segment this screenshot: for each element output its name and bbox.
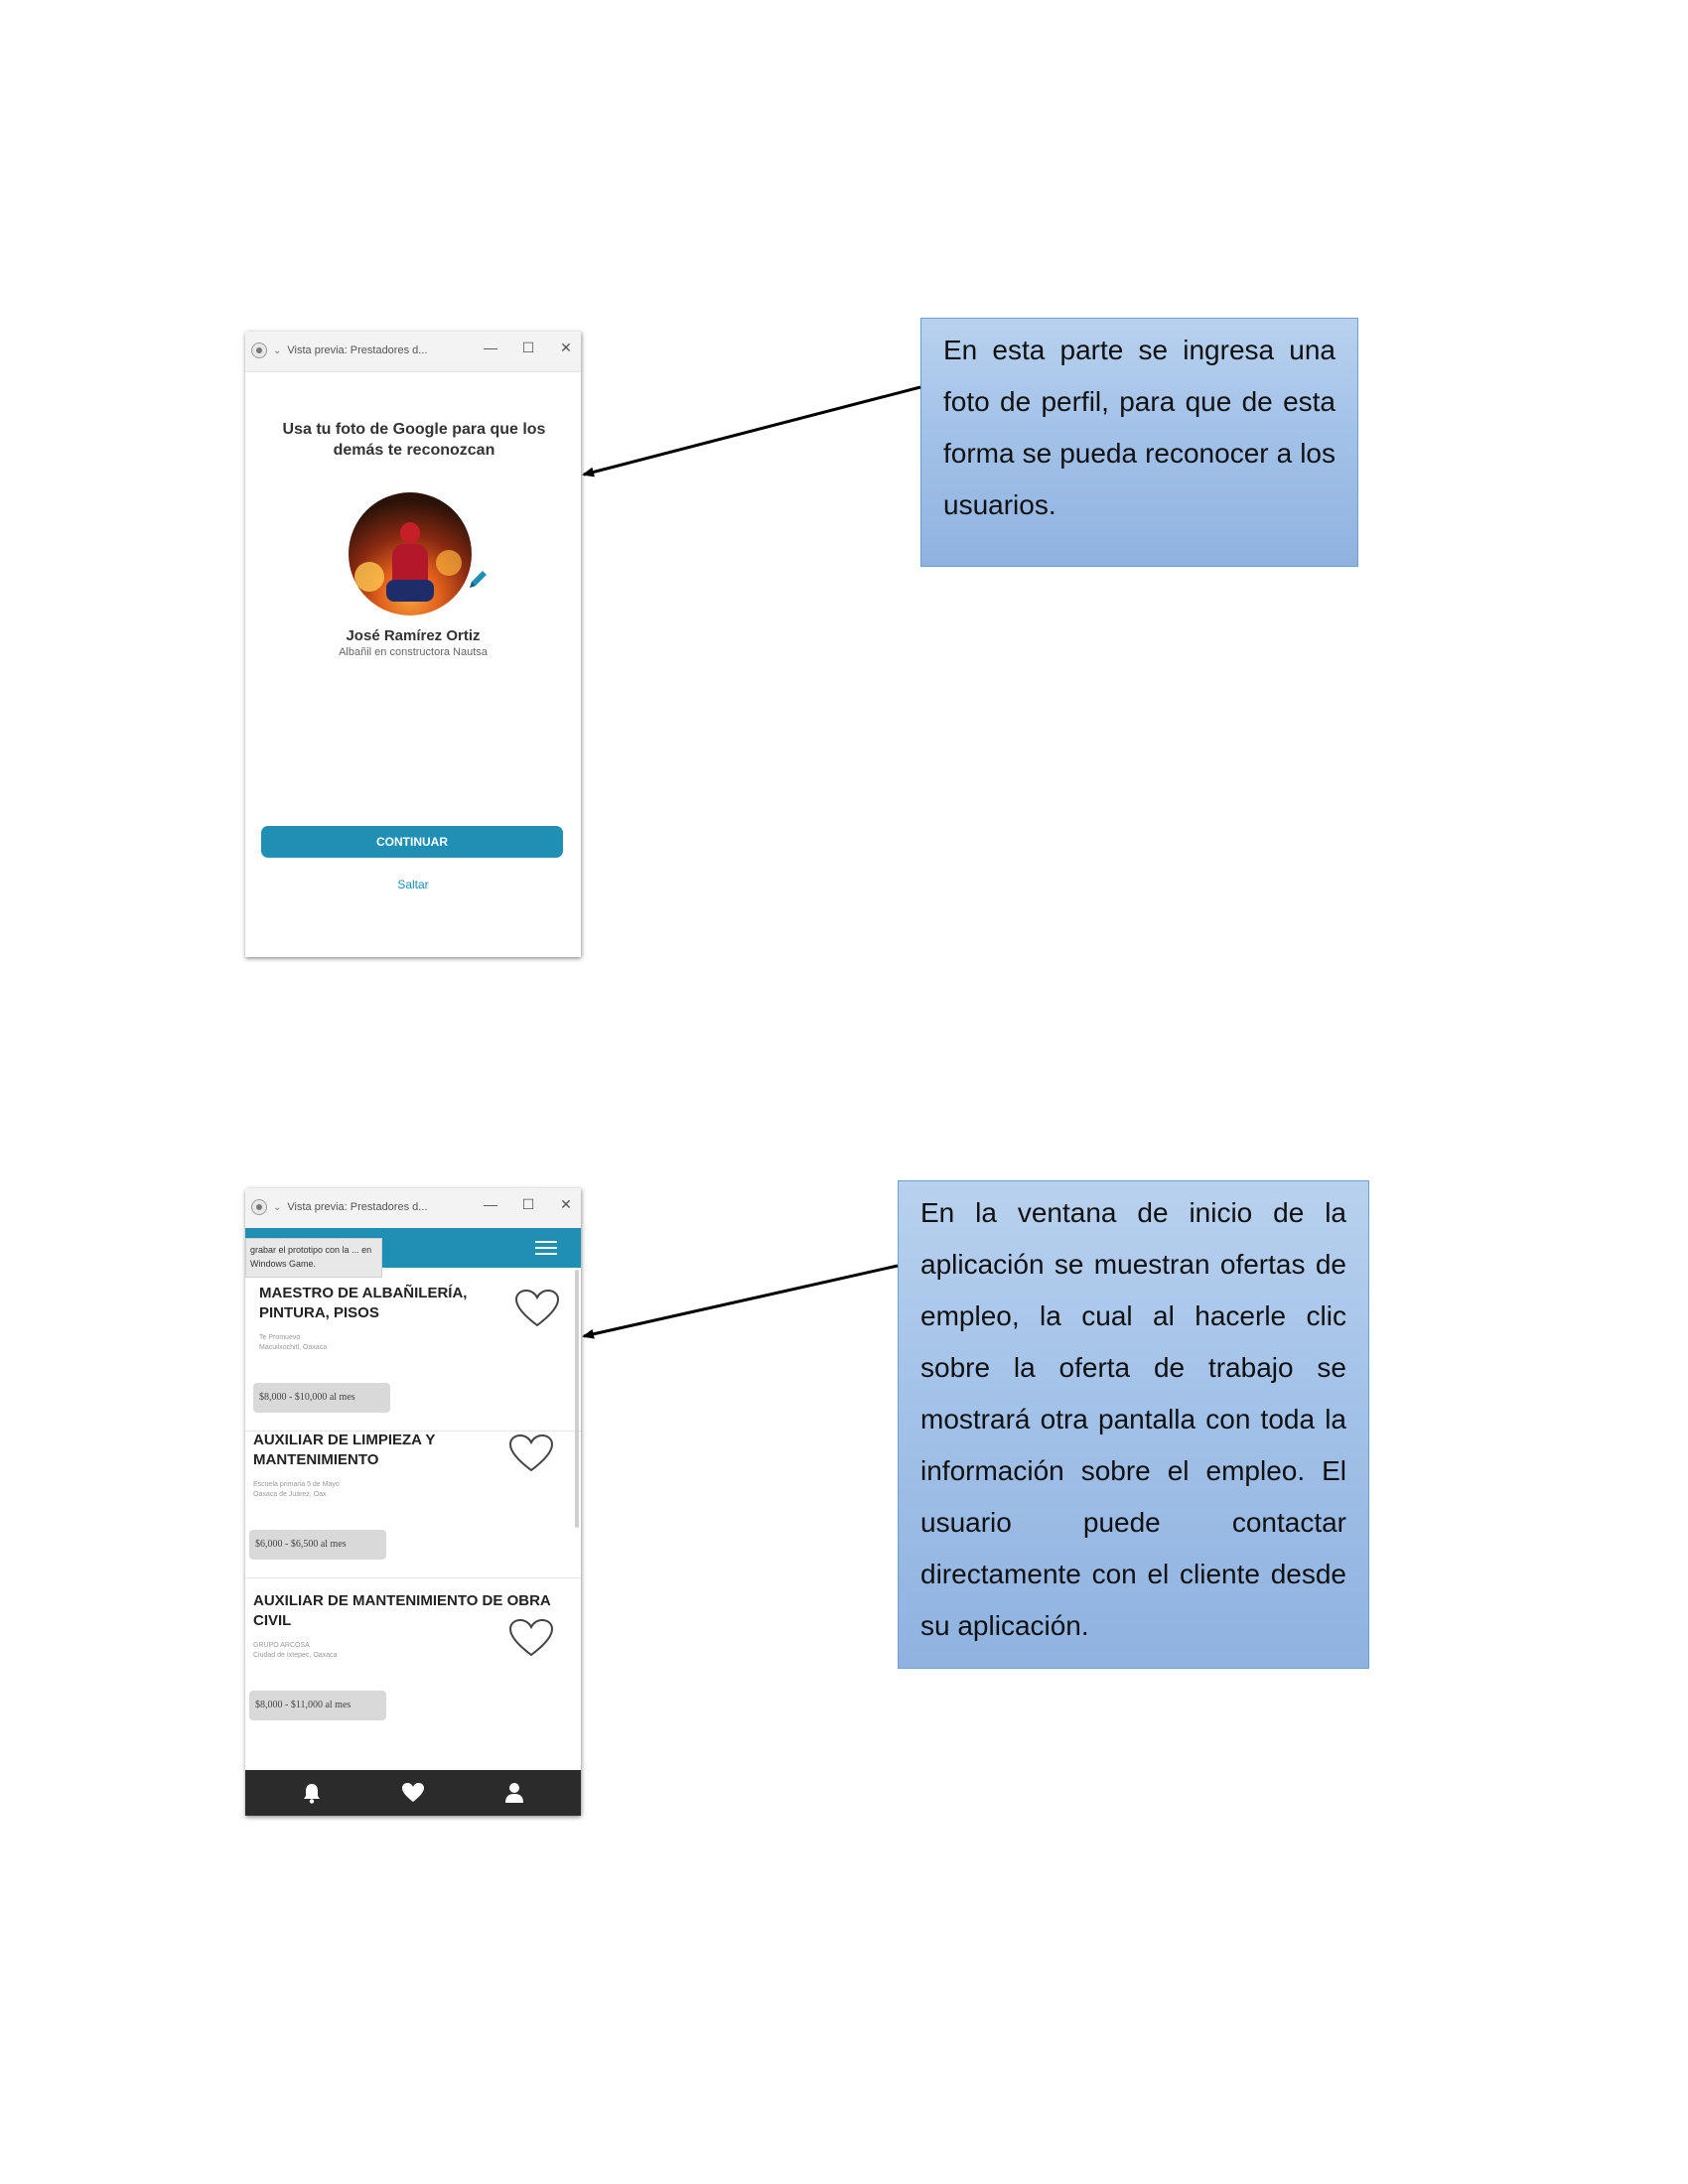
scrollbar[interactable] bbox=[575, 1270, 579, 1528]
profile-role: Albañil en constructora Nautsa bbox=[339, 646, 488, 658]
job-location: Macuilxochitl, Oaxaca bbox=[259, 1344, 328, 1351]
minimize-icon[interactable]: — bbox=[484, 340, 497, 356]
user-icon[interactable] bbox=[501, 1780, 527, 1806]
window-titlebar: ⌄ Vista previa: Prestadores d... — ☐ ✕ bbox=[245, 332, 581, 372]
divider bbox=[245, 1577, 581, 1578]
photo-prompt-heading: Usa tu foto de Google para que los demás… bbox=[282, 421, 546, 459]
maximize-icon[interactable]: ☐ bbox=[521, 1196, 535, 1213]
job-title: AUXILIAR DE LIMPIEZA Y MANTENIMIENTO bbox=[253, 1432, 436, 1468]
favorite-heart-icon[interactable] bbox=[513, 1288, 561, 1329]
close-icon[interactable]: ✕ bbox=[559, 340, 573, 356]
annotation-arrows bbox=[582, 385, 921, 1339]
job-company: Te Promuevo bbox=[259, 1334, 301, 1341]
window-titlebar: ⌄ Vista previa: Prestadores d... — ☐ ✕ bbox=[245, 1188, 581, 1229]
job-title: MAESTRO DE ALBAÑILERÍA, PINTURA, PISOS bbox=[259, 1285, 468, 1321]
salary-badge: $6,000 - $6,500 al mes bbox=[249, 1530, 386, 1560]
continue-button[interactable]: CONTINUAR bbox=[261, 826, 563, 858]
avatar-flame bbox=[354, 562, 384, 592]
heart-icon[interactable] bbox=[400, 1780, 426, 1806]
callout-text: En la ventana de inicio de la aplicación… bbox=[920, 1197, 1346, 1641]
salary-badge: $8,000 - $11,000 al mes bbox=[249, 1691, 386, 1720]
salary-badge: $8,000 - $10,000 al mes bbox=[253, 1383, 390, 1413]
job-card[interactable]: AUXILIAR DE LIMPIEZA Y MANTENIMIENTO Esc… bbox=[253, 1431, 501, 1500]
bell-icon[interactable] bbox=[299, 1780, 325, 1806]
job-company: Escuela primaria 5 de Mayo bbox=[253, 1481, 340, 1488]
profile-photo-screenshot: ⌄ Vista previa: Prestadores d... — ☐ ✕ U… bbox=[245, 332, 581, 957]
bottom-navigation bbox=[245, 1770, 581, 1816]
maximize-icon[interactable]: ☐ bbox=[521, 340, 535, 356]
chevron-down-icon[interactable]: ⌄ bbox=[273, 1202, 281, 1213]
callout-job-listings: En la ventana de inicio de la aplicación… bbox=[898, 1180, 1369, 1669]
window-title: Vista previa: Prestadores d... bbox=[287, 1201, 428, 1213]
avatar[interactable] bbox=[349, 492, 472, 615]
job-card[interactable]: MAESTRO DE ALBAÑILERÍA, PINTURA, PISOS T… bbox=[259, 1284, 507, 1353]
chevron-down-icon[interactable]: ⌄ bbox=[273, 345, 281, 356]
window-title: Vista previa: Prestadores d... bbox=[287, 344, 428, 356]
job-location: Oaxaca de Juárez, Oax. bbox=[253, 1491, 329, 1498]
avatar-figure bbox=[400, 522, 420, 544]
recording-toast: grabar el prototipo con la ... en Window… bbox=[245, 1238, 382, 1278]
arrow-to-job-list bbox=[582, 1264, 899, 1339]
avatar-figure bbox=[386, 580, 434, 602]
close-icon[interactable]: ✕ bbox=[559, 1196, 573, 1213]
edit-pencil-icon[interactable] bbox=[466, 566, 492, 592]
favorite-heart-icon[interactable] bbox=[507, 1433, 555, 1474]
hamburger-menu-icon[interactable] bbox=[535, 1241, 557, 1255]
minimize-icon[interactable]: — bbox=[484, 1196, 497, 1213]
profile-name: José Ramírez Ortiz bbox=[346, 627, 481, 644]
app-icon bbox=[251, 1199, 267, 1215]
avatar-flame bbox=[436, 550, 462, 576]
arrow-to-avatar bbox=[582, 385, 921, 478]
app-icon bbox=[251, 342, 267, 358]
favorite-heart-icon[interactable] bbox=[507, 1617, 555, 1659]
skip-link[interactable]: Saltar bbox=[245, 878, 581, 891]
callout-profile-photo: En esta parte se ingresa una foto de per… bbox=[920, 318, 1358, 567]
job-listings-screenshot: ⌄ Vista previa: Prestadores d... — ☐ ✕ g… bbox=[245, 1188, 581, 1816]
callout-text: En esta parte se ingresa una foto de per… bbox=[943, 335, 1336, 520]
